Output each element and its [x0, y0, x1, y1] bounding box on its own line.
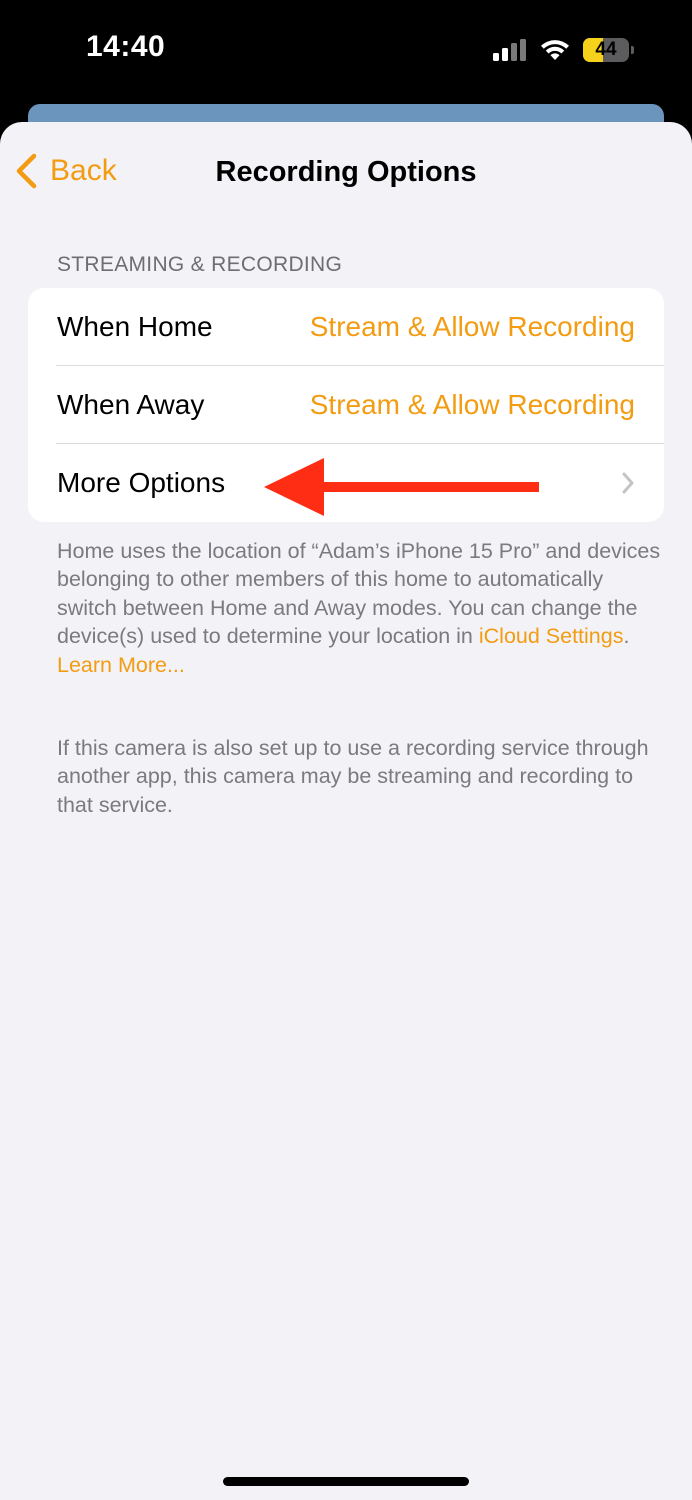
recording-options-sheet: Back Recording Options STREAMING & RECOR…	[0, 122, 692, 1500]
when-away-row[interactable]: When Away Stream & Allow Recording	[28, 366, 664, 444]
navigation-bar: Back Recording Options	[0, 122, 692, 222]
icloud-settings-link[interactable]: iCloud Settings	[479, 624, 624, 648]
signal-icon	[493, 39, 526, 61]
when-home-label: When Home	[57, 311, 213, 342]
when-home-row[interactable]: When Home Stream & Allow Recording	[28, 288, 664, 366]
battery-icon: 44	[583, 38, 629, 62]
red-arrow-left-icon	[264, 458, 539, 516]
battery-cap	[631, 46, 634, 54]
home-indicator[interactable]	[223, 1477, 469, 1486]
status-icons: 44	[493, 38, 634, 62]
status-time: 14:40	[86, 30, 166, 63]
period: .	[623, 624, 630, 649]
section-header: STREAMING & RECORDING	[57, 253, 343, 276]
location-description: Home uses the location of “Adam’s iPhone…	[57, 537, 667, 679]
wifi-icon	[541, 40, 569, 60]
chevron-right-icon	[622, 472, 634, 494]
when-away-label: When Away	[57, 389, 205, 420]
more-options-label: More Options	[57, 467, 226, 498]
battery-level: 44	[595, 39, 617, 60]
when-home-value: Stream & Allow Recording	[309, 311, 635, 342]
recording-service-note: If this camera is also set up to use a r…	[57, 736, 649, 817]
learn-more-link[interactable]: Learn More...	[57, 653, 185, 677]
status-bar: 14:40 44	[0, 0, 692, 104]
when-away-value: Stream & Allow Recording	[309, 389, 635, 420]
page-title: Recording Options	[215, 156, 477, 188]
